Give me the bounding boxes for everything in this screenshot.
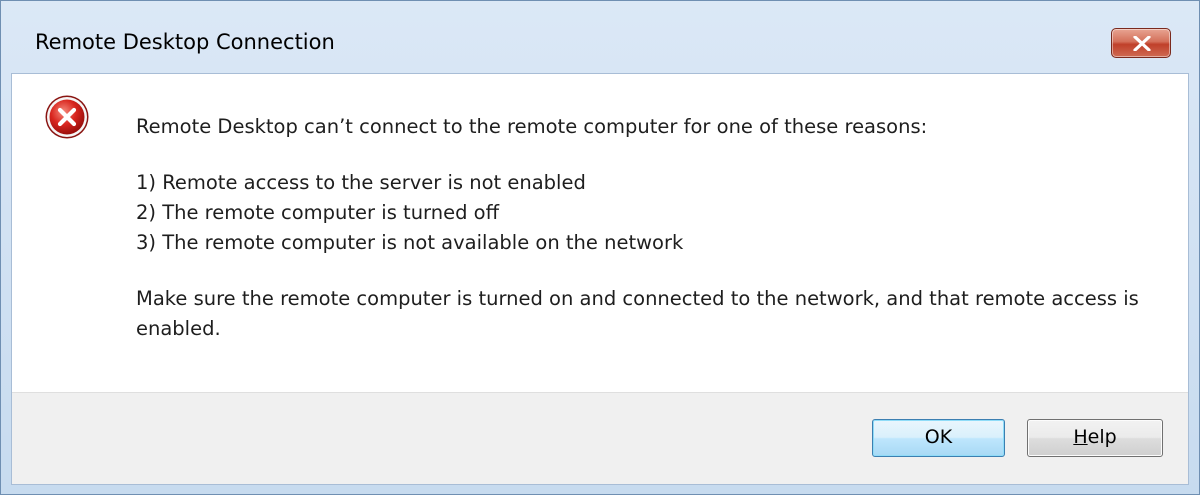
error-icon bbox=[45, 95, 89, 139]
title-bar[interactable]: Remote Desktop Connection bbox=[1, 1, 1199, 73]
ok-button[interactable]: OK bbox=[872, 419, 1005, 457]
dialog-window: Remote Desktop Connection Remote Desktop… bbox=[0, 0, 1200, 495]
help-button-mnemonic: H bbox=[1073, 426, 1088, 448]
help-button[interactable]: Help bbox=[1027, 419, 1163, 457]
message-intro: Remote Desktop can’t connect to the remo… bbox=[136, 115, 928, 138]
window-title: Remote Desktop Connection bbox=[35, 30, 335, 54]
reason-item: 3) The remote computer is not available … bbox=[136, 231, 684, 254]
help-button-label: elp bbox=[1087, 426, 1117, 448]
button-bar: OK Help bbox=[12, 392, 1188, 484]
reason-item: 2) The remote computer is turned off bbox=[136, 201, 500, 224]
message-advice: Make sure the remote computer is turned … bbox=[136, 287, 1139, 340]
dialog-client-area: Remote Desktop can’t connect to the remo… bbox=[11, 73, 1189, 485]
error-message: Remote Desktop can’t connect to the remo… bbox=[136, 112, 1168, 344]
ok-button-label: OK bbox=[924, 426, 953, 448]
reason-list: 1) Remote access to the server is not en… bbox=[136, 168, 1168, 258]
close-x-icon bbox=[1133, 36, 1151, 51]
reason-item: 1) Remote access to the server is not en… bbox=[136, 171, 586, 194]
message-area: Remote Desktop can’t connect to the remo… bbox=[12, 74, 1188, 392]
close-button[interactable] bbox=[1111, 28, 1171, 58]
